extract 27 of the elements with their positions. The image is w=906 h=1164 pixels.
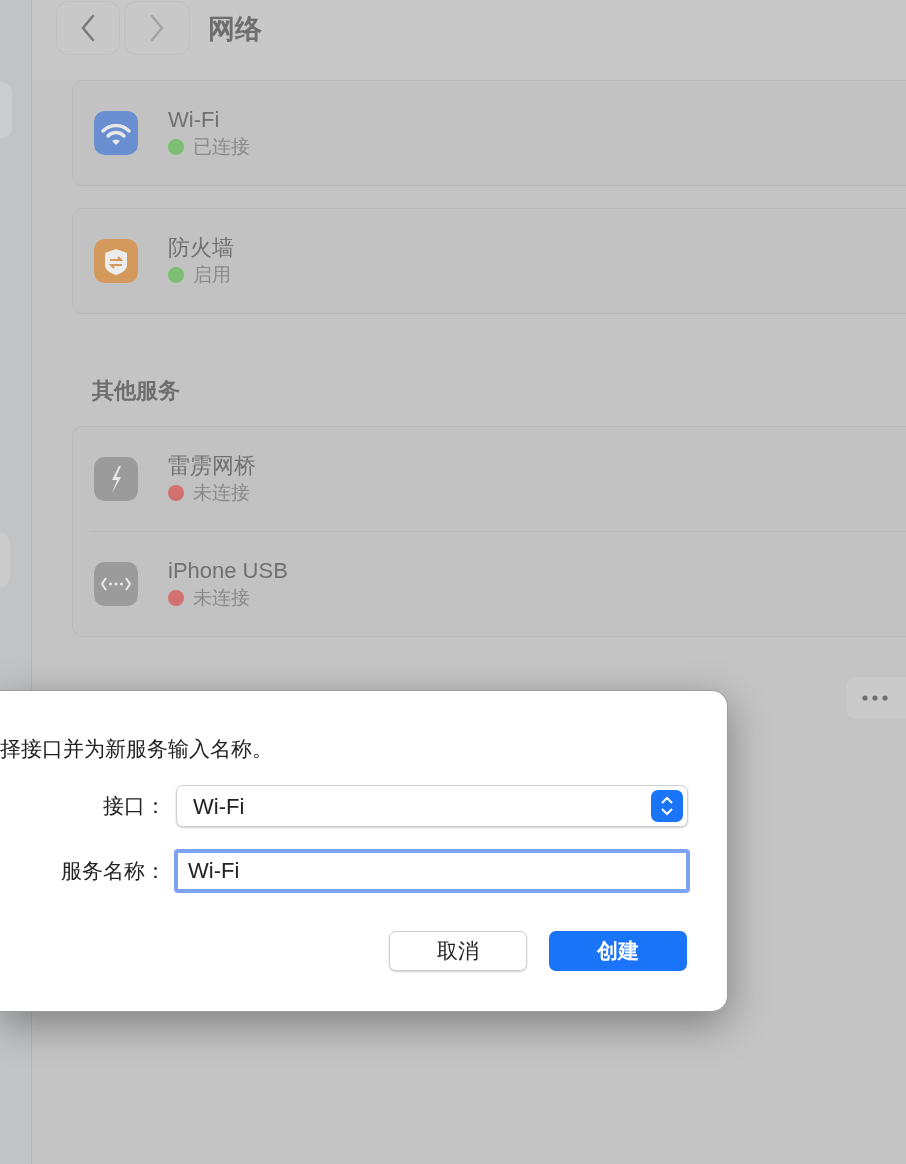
forward-button[interactable] xyxy=(124,1,190,55)
create-button[interactable]: 创建 xyxy=(549,931,687,971)
service-name: 雷雳网桥 xyxy=(168,452,256,480)
dialog-message: 择接口并为新服务输入名称。 xyxy=(0,736,274,762)
service-name: Wi-Fi xyxy=(168,106,221,134)
interface-select[interactable]: Wi-Fi xyxy=(176,785,688,827)
status-text: 未连接 xyxy=(193,586,250,610)
status-text: 启用 xyxy=(193,263,231,287)
window-title: 网络 xyxy=(208,13,262,46)
more-icon xyxy=(862,695,888,701)
status-text: 已连接 xyxy=(193,135,250,159)
section-heading: 其他服务 xyxy=(92,378,181,404)
cancel-button[interactable]: 取消 xyxy=(389,931,527,971)
shield-icon xyxy=(94,239,138,283)
back-button[interactable] xyxy=(56,1,120,55)
stepper-icon xyxy=(651,790,683,822)
connection-icon xyxy=(94,562,138,606)
service-name: 防火墙 xyxy=(168,234,234,262)
lightning-icon xyxy=(94,457,138,501)
service-name-field[interactable]: Wi-Fi xyxy=(174,849,690,893)
chevron-left-icon xyxy=(81,14,95,42)
status-text: 未连接 xyxy=(193,481,250,505)
chevron-right-icon xyxy=(150,14,164,42)
field-label: 服务名称： xyxy=(60,858,166,885)
field-label: 接口： xyxy=(102,793,166,820)
wifi-icon xyxy=(94,111,138,155)
service-name: iPhone USB xyxy=(168,557,288,585)
